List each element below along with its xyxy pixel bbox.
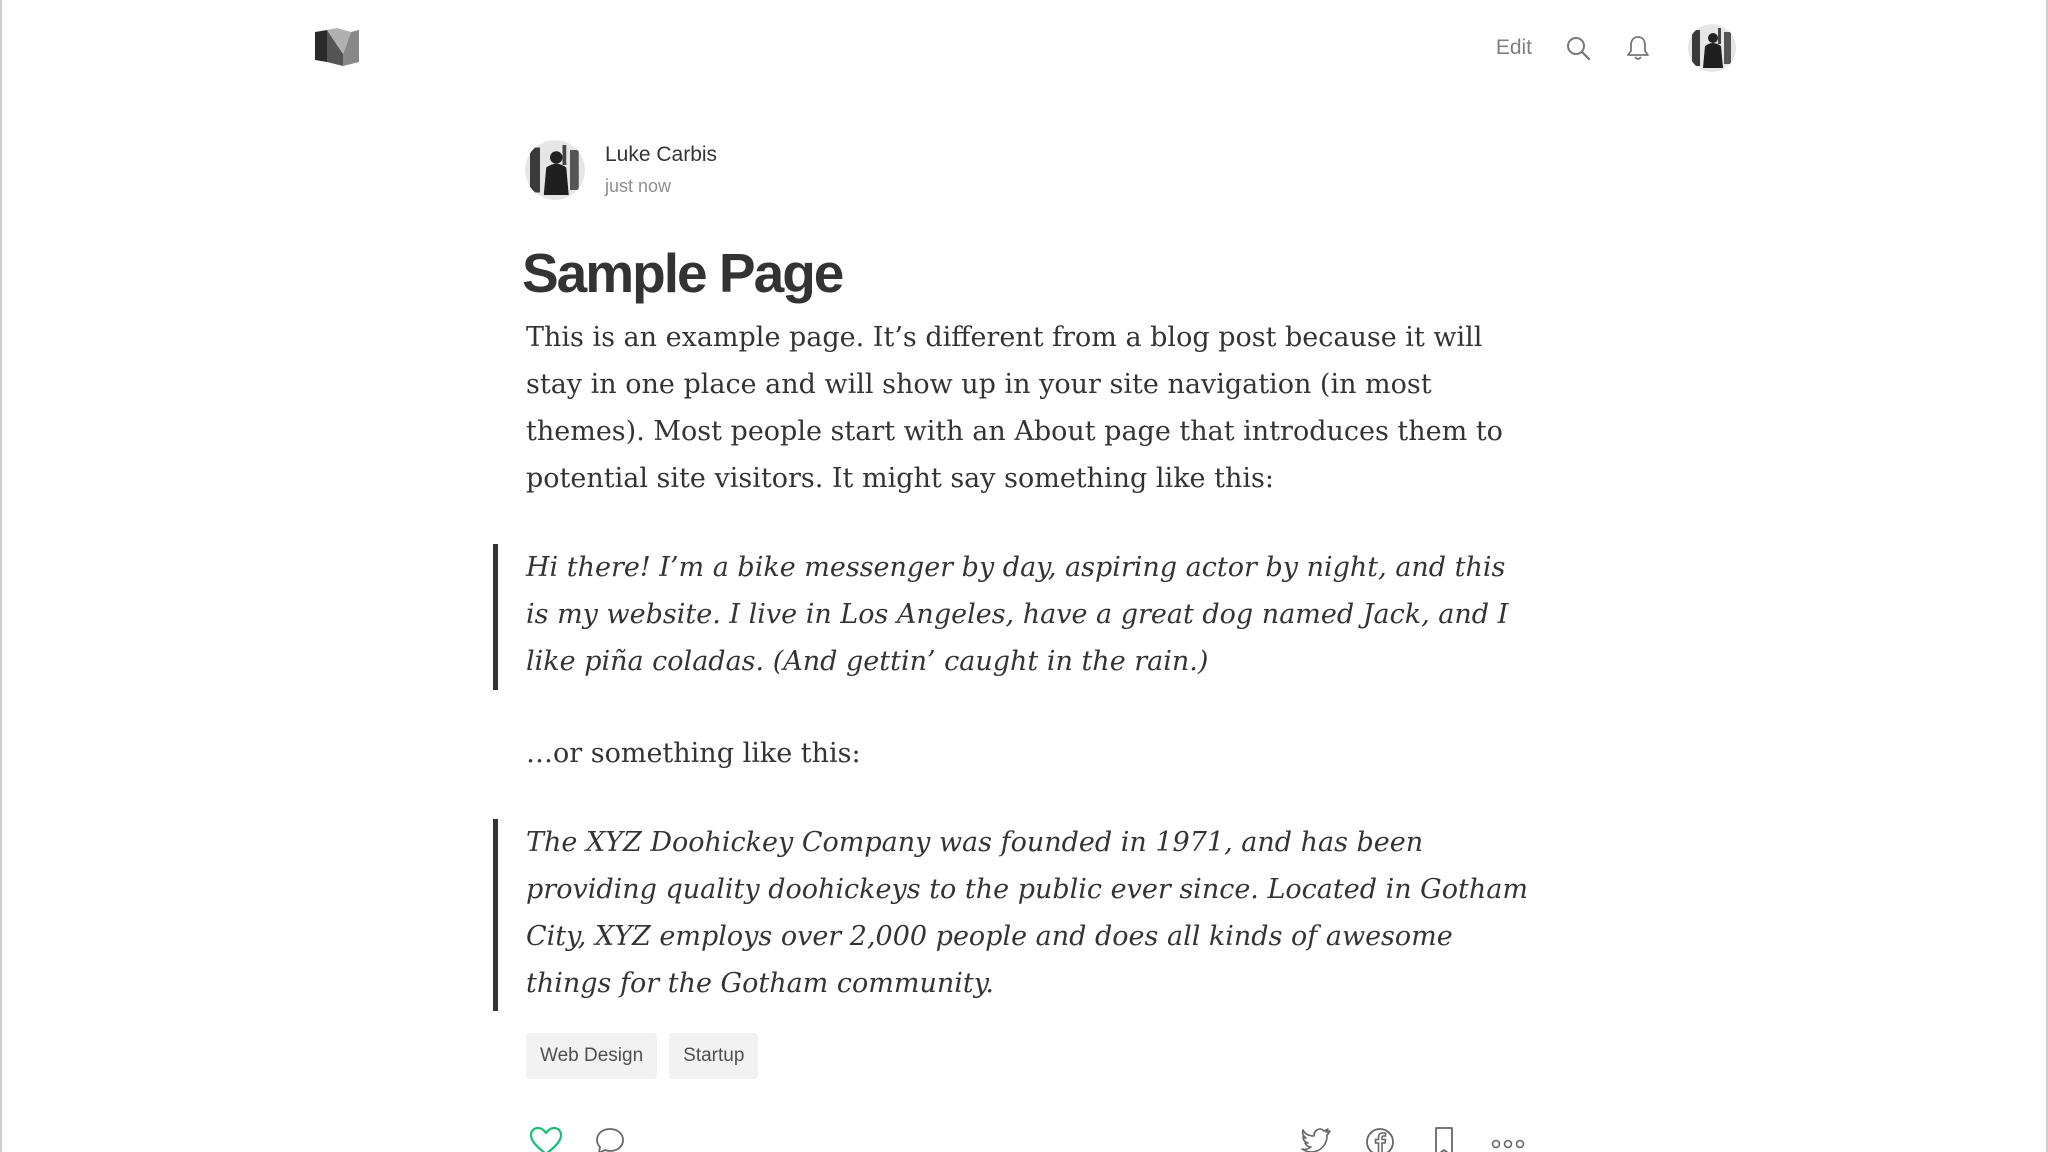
medium-logo-icon[interactable] (313, 26, 361, 66)
heart-icon[interactable] (528, 1126, 564, 1152)
post-actions-right (1298, 1126, 1554, 1152)
comment-icon[interactable] (592, 1126, 628, 1152)
tag-web-design[interactable]: Web Design (526, 1033, 658, 1079)
edit-link[interactable]: Edit (1496, 36, 1532, 60)
post-actions-left (528, 1126, 656, 1152)
bell-icon[interactable] (1624, 34, 1652, 62)
tag-startup[interactable]: Startup (669, 1033, 759, 1079)
article-paragraph: …or something like this: (526, 738, 861, 769)
top-navigation: Edit (1496, 22, 1736, 74)
author-block: Luke Carbis just now (525, 140, 717, 200)
user-avatar[interactable] (1688, 24, 1736, 72)
twitter-icon[interactable] (1298, 1126, 1334, 1152)
tag-list: Web Design Startup (526, 1033, 770, 1079)
bookmark-icon[interactable] (1426, 1126, 1462, 1152)
facebook-icon[interactable] (1362, 1126, 1398, 1152)
article-blockquote: Hi there! I’m a bike messenger by day, a… (493, 544, 1533, 690)
author-name[interactable]: Luke Carbis (605, 141, 717, 169)
post-timestamp: just now (605, 176, 672, 196)
article-blockquote: The XYZ Doohickey Company was founded in… (493, 819, 1533, 1011)
author-avatar[interactable] (525, 140, 585, 200)
more-icon[interactable] (1490, 1126, 1526, 1152)
author-meta: Luke Carbis just now (605, 141, 717, 199)
search-icon[interactable] (1564, 34, 1592, 62)
page-title: Sample Page (522, 242, 844, 304)
article-paragraph: This is an example page. It’s different … (526, 322, 1503, 494)
